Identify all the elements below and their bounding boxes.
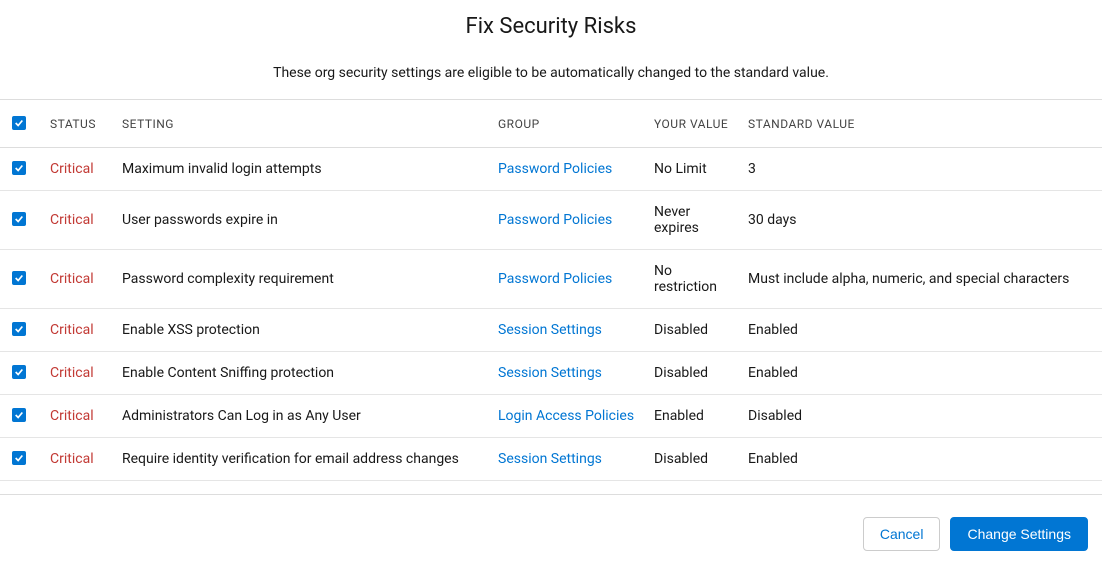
select-all-checkbox[interactable]	[12, 116, 26, 130]
column-header-your-value: Your Value	[646, 100, 740, 148]
standard-value-cell: Disabled	[740, 395, 1102, 438]
setting-cell: Maximum invalid login attempts	[114, 148, 490, 191]
table-row: CriticalEnable Content Sniffing protecti…	[0, 352, 1102, 395]
column-header-group: Group	[490, 100, 646, 148]
status-cell: Critical	[42, 148, 114, 191]
row-checkbox[interactable]	[12, 271, 26, 285]
row-checkbox[interactable]	[12, 365, 26, 379]
column-header-setting: Setting	[114, 100, 490, 148]
row-checkbox[interactable]	[12, 451, 26, 465]
your-value-cell: Disabled	[646, 309, 740, 352]
group-link[interactable]: Session Settings	[498, 322, 602, 338]
status-cell: Critical	[42, 395, 114, 438]
column-header-standard-value: Standard Value	[740, 100, 1102, 148]
group-link[interactable]: Password Policies	[498, 161, 612, 177]
settings-table-wrap: Status Setting Group Your Value Standard…	[0, 99, 1102, 494]
column-header-status: Status	[42, 100, 114, 148]
settings-table: Status Setting Group Your Value Standard…	[0, 99, 1102, 481]
table-header-row: Status Setting Group Your Value Standard…	[0, 100, 1102, 148]
setting-cell: Enable Content Sniffing protection	[114, 352, 490, 395]
dialog-subtitle: These org security settings are eligible…	[0, 65, 1102, 81]
standard-value-cell: Enabled	[740, 309, 1102, 352]
group-link[interactable]: Password Policies	[498, 271, 612, 287]
dialog-title: Fix Security Risks	[0, 14, 1102, 39]
your-value-cell: Disabled	[646, 352, 740, 395]
change-settings-button[interactable]: Change Settings	[950, 517, 1088, 551]
standard-value-cell: Enabled	[740, 438, 1102, 481]
row-checkbox[interactable]	[12, 322, 26, 336]
group-link[interactable]: Login Access Policies	[498, 408, 634, 424]
group-link[interactable]: Password Policies	[498, 212, 612, 228]
status-cell: Critical	[42, 250, 114, 309]
setting-cell: Enable XSS protection	[114, 309, 490, 352]
standard-value-cell: Must include alpha, numeric, and special…	[740, 250, 1102, 309]
table-row: CriticalAdministrators Can Log in as Any…	[0, 395, 1102, 438]
setting-cell: Require identity verification for email …	[114, 438, 490, 481]
your-value-cell: Enabled	[646, 395, 740, 438]
status-cell: Critical	[42, 438, 114, 481]
status-cell: Critical	[42, 191, 114, 250]
your-value-cell: No restriction	[646, 250, 740, 309]
row-checkbox[interactable]	[12, 161, 26, 175]
status-cell: Critical	[42, 309, 114, 352]
standard-value-cell: Enabled	[740, 352, 1102, 395]
group-link[interactable]: Session Settings	[498, 451, 602, 467]
table-row: CriticalUser passwords expire in Password…	[0, 191, 1102, 250]
setting-cell: Administrators Can Log in as Any User	[114, 395, 490, 438]
dialog-footer: Cancel Change Settings	[0, 494, 1102, 573]
row-checkbox[interactable]	[12, 212, 26, 226]
your-value-cell: Never expires	[646, 191, 740, 250]
dialog-header: Fix Security Risks These org security se…	[0, 0, 1102, 99]
your-value-cell: Disabled	[646, 438, 740, 481]
cancel-button[interactable]: Cancel	[863, 517, 941, 551]
row-checkbox[interactable]	[12, 408, 26, 422]
standard-value-cell: 3	[740, 148, 1102, 191]
table-row: CriticalEnable XSS protection Session Set…	[0, 309, 1102, 352]
group-link[interactable]: Session Settings	[498, 365, 602, 381]
setting-cell: User passwords expire in	[114, 191, 490, 250]
table-row: CriticalPassword complexity requirement P…	[0, 250, 1102, 309]
standard-value-cell: 30 days	[740, 191, 1102, 250]
setting-cell: Password complexity requirement	[114, 250, 490, 309]
status-cell: Critical	[42, 352, 114, 395]
your-value-cell: No Limit	[646, 148, 740, 191]
table-row: CriticalMaximum invalid login attempts Pa…	[0, 148, 1102, 191]
table-row: CriticalRequire identity verification fo…	[0, 438, 1102, 481]
